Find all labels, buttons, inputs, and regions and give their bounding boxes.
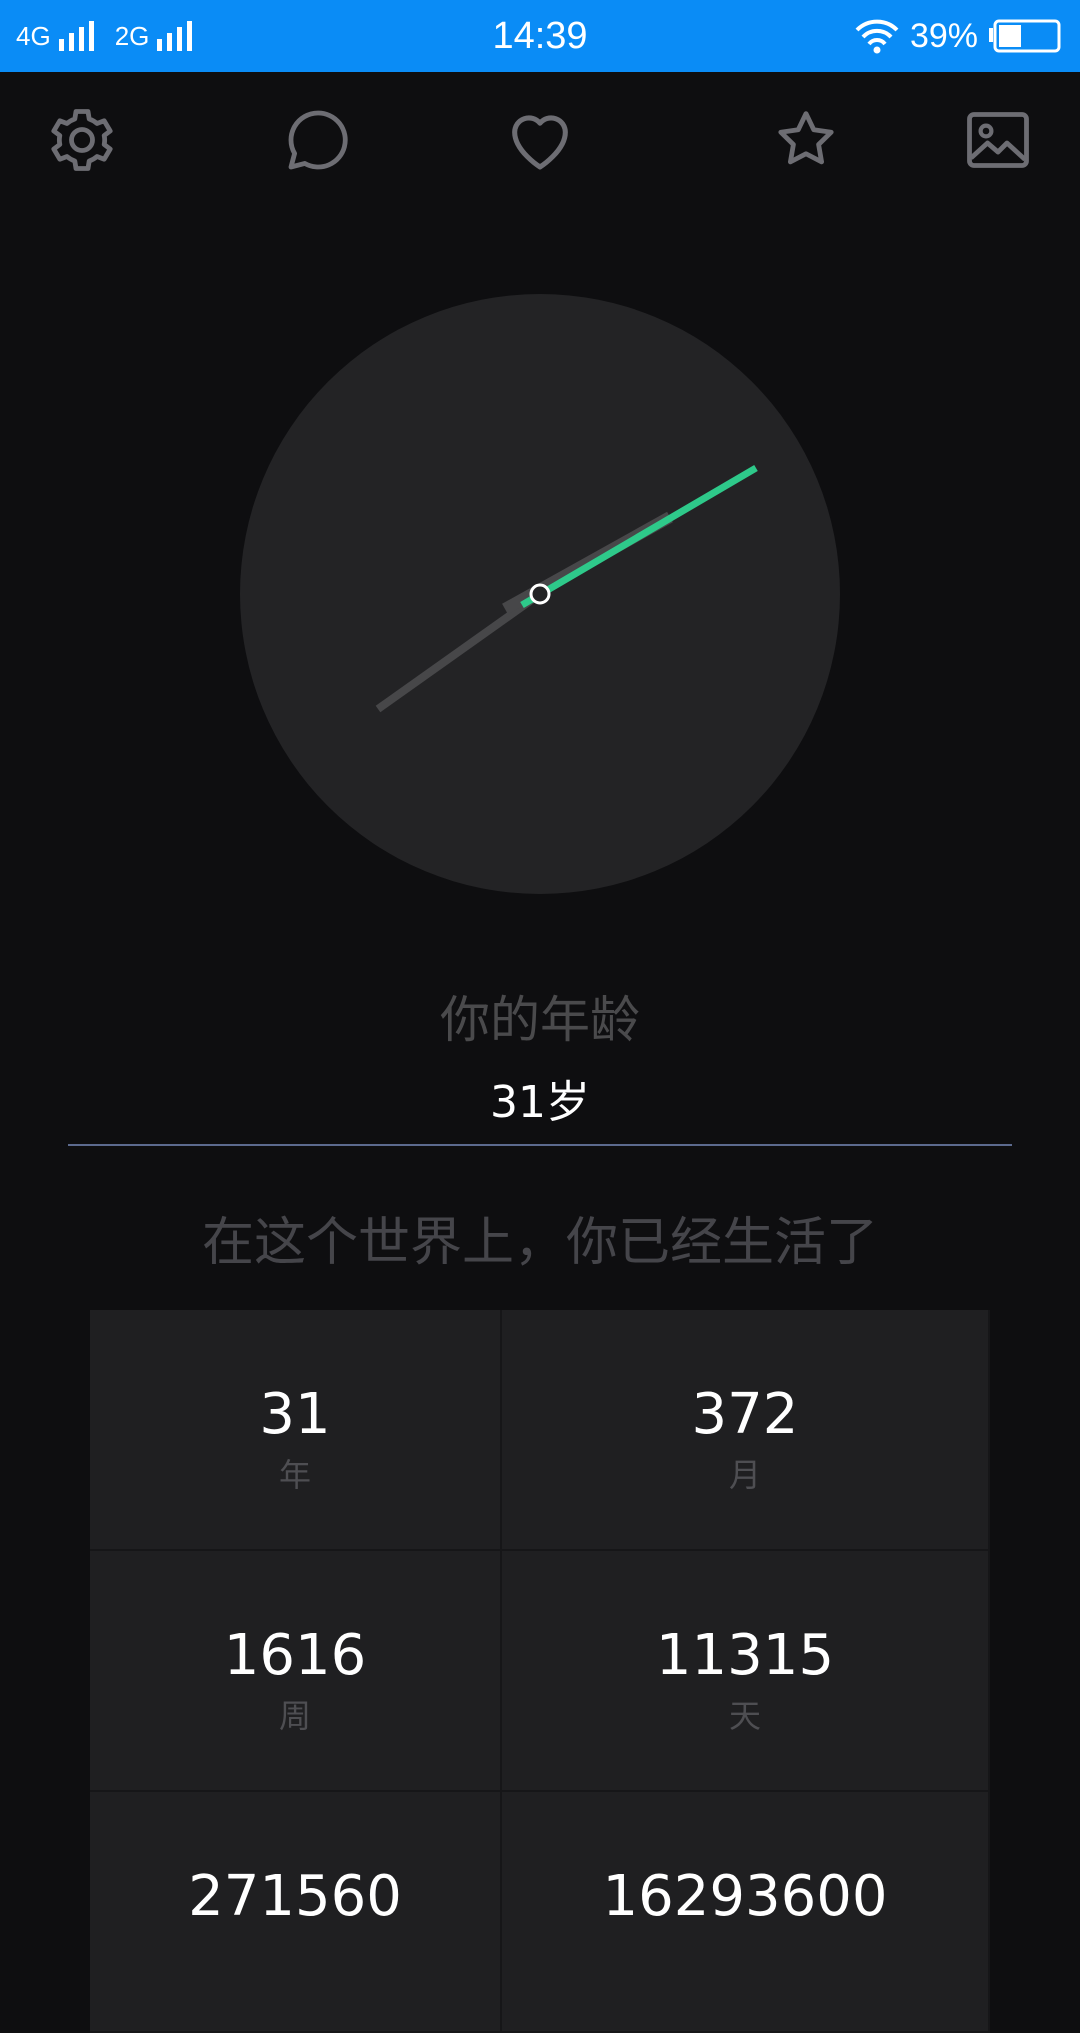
stat-days: 11315 天 (502, 1551, 990, 1792)
heart-icon (512, 115, 568, 170)
status-right: 39% (854, 0, 1062, 72)
age-input[interactable]: 31岁 (68, 1070, 1012, 1146)
network-2-label: 2G (114, 20, 150, 51)
stat-hours: 271560 (90, 1792, 502, 2033)
lived-heading: 在这个世界上，你已经生活了 (201, 1213, 878, 1273)
stat-minutes: 16293600 (502, 1792, 990, 2033)
stats-grid: 31 年 372 月 1616 周 11315 天 271560 1629360… (90, 1310, 990, 2033)
signal-icon (157, 21, 193, 51)
star-icon (778, 111, 834, 165)
battery-percent: 39% (909, 16, 978, 55)
status-bar: 4G 2G 14:39 39% (0, 0, 1080, 72)
stat-value: 31 (259, 1382, 331, 1447)
wifi-icon (855, 19, 899, 54)
network-2: 2G (115, 21, 196, 52)
stat-value: 1616 (223, 1623, 367, 1688)
star-button[interactable] (768, 102, 844, 178)
signal-icon (58, 21, 94, 51)
dial-svg (240, 294, 840, 894)
stat-value: 11315 (655, 1623, 835, 1688)
top-toolbar (0, 72, 1080, 202)
age-dial (240, 294, 840, 894)
stat-value: 372 (691, 1382, 799, 1447)
network-1-label: 4G (16, 20, 51, 51)
battery-icon (989, 19, 1061, 53)
chat-bubble-icon (288, 110, 348, 170)
message-button[interactable] (280, 102, 356, 178)
network-1: 4G (16, 21, 97, 52)
favorite-button[interactable] (502, 102, 578, 178)
network-indicators: 4G 2G (16, 0, 205, 72)
dial-center-pin (529, 583, 551, 605)
settings-button[interactable] (44, 102, 120, 178)
stat-unit: 天 (728, 1697, 761, 1735)
stat-unit: 月 (728, 1456, 761, 1494)
image-icon (967, 112, 1029, 168)
stat-years: 31 年 (90, 1310, 502, 1551)
stat-value: 271560 (188, 1864, 402, 1929)
age-label: 你的年龄 (440, 991, 640, 1049)
stat-value: 16293600 (602, 1864, 888, 1929)
gear-icon (51, 109, 113, 171)
stat-unit: 年 (278, 1456, 311, 1494)
stat-weeks: 1616 周 (90, 1551, 502, 1792)
stat-months: 372 月 (502, 1310, 990, 1551)
stat-unit: 周 (278, 1697, 311, 1735)
gallery-button[interactable] (960, 102, 1036, 178)
